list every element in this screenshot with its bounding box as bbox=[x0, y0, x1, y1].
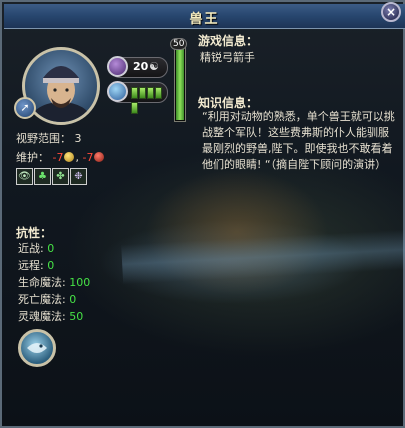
moves-icon: ☯ bbox=[149, 60, 159, 73]
resistance-row: 远程: 0 bbox=[18, 259, 55, 272]
title-bar: 兽王 bbox=[4, 4, 405, 29]
vision-label: 视野范围： bbox=[16, 132, 71, 145]
close-button[interactable]: × bbox=[381, 2, 401, 22]
resistances-list: 近战: 0 远程: 0 生命魔法: 100 死亡魔法: 0 灵魂魔法: 50 bbox=[18, 240, 90, 325]
beastmaster-portrait-icon bbox=[31, 66, 91, 122]
health-stat bbox=[107, 81, 168, 114]
rank-icon: ➚ bbox=[14, 97, 36, 119]
attack-stat: 20 ☯ bbox=[107, 56, 168, 78]
experience-bar bbox=[174, 42, 186, 122]
bow-attack-icon bbox=[107, 56, 128, 77]
health-pip bbox=[131, 102, 138, 114]
upkeep-label: 维护： bbox=[16, 151, 49, 164]
game-info-text: 精锐弓箭手 bbox=[200, 51, 255, 64]
upkeep-row: 维护： -7, -7 bbox=[16, 149, 105, 165]
fish-icon bbox=[27, 343, 47, 353]
health-pip bbox=[139, 87, 146, 99]
experience-fill bbox=[176, 44, 184, 120]
vision-row: 视野范围： 3 bbox=[16, 130, 82, 146]
health-pip bbox=[131, 87, 138, 99]
health-pip bbox=[155, 87, 162, 99]
health-pips bbox=[131, 87, 167, 117]
attack-value: 20 bbox=[133, 60, 149, 73]
unit-info-panel: 兽王 × ➚ 20 ☯ 50 视野范围： 3 维护： -7, -7 👁 ♣ ✤ … bbox=[0, 0, 405, 428]
tree-icon[interactable]: ♣ bbox=[34, 168, 51, 185]
level-badge: 50 bbox=[170, 38, 188, 50]
unit-type-icon[interactable] bbox=[18, 329, 56, 367]
eye-icon[interactable]: 👁 bbox=[16, 168, 33, 185]
gold-icon bbox=[64, 152, 75, 162]
upkeep-gold: -7 bbox=[52, 151, 64, 164]
health-pip bbox=[147, 87, 154, 99]
resistances-heading: 抗性： bbox=[16, 226, 53, 240]
game-info-heading: 游戏信息： bbox=[198, 34, 259, 48]
map-river bbox=[121, 229, 405, 285]
resistance-row: 灵魂魔法: 50 bbox=[18, 310, 84, 323]
lore-text: “利用对动物的熟悉，单个兽王就可以挑战整个军队！这些费弗斯的仆人能驯服最刚烈的野… bbox=[202, 110, 395, 171]
health-icon bbox=[107, 81, 128, 102]
paw-icon[interactable]: ✤ bbox=[52, 168, 69, 185]
resistance-row: 生命魔法: 100 bbox=[18, 276, 91, 289]
vision-value: 3 bbox=[74, 132, 82, 145]
food-icon bbox=[94, 152, 105, 162]
window-title: 兽王 bbox=[189, 12, 220, 27]
resistance-row: 死亡魔法: 0 bbox=[18, 293, 77, 306]
upkeep-food: -7 bbox=[82, 151, 94, 164]
resistance-row: 近战: 0 bbox=[18, 242, 55, 255]
mist-icon[interactable]: ❉ bbox=[70, 168, 87, 185]
ability-icons: 👁 ♣ ✤ ❉ bbox=[16, 168, 88, 185]
